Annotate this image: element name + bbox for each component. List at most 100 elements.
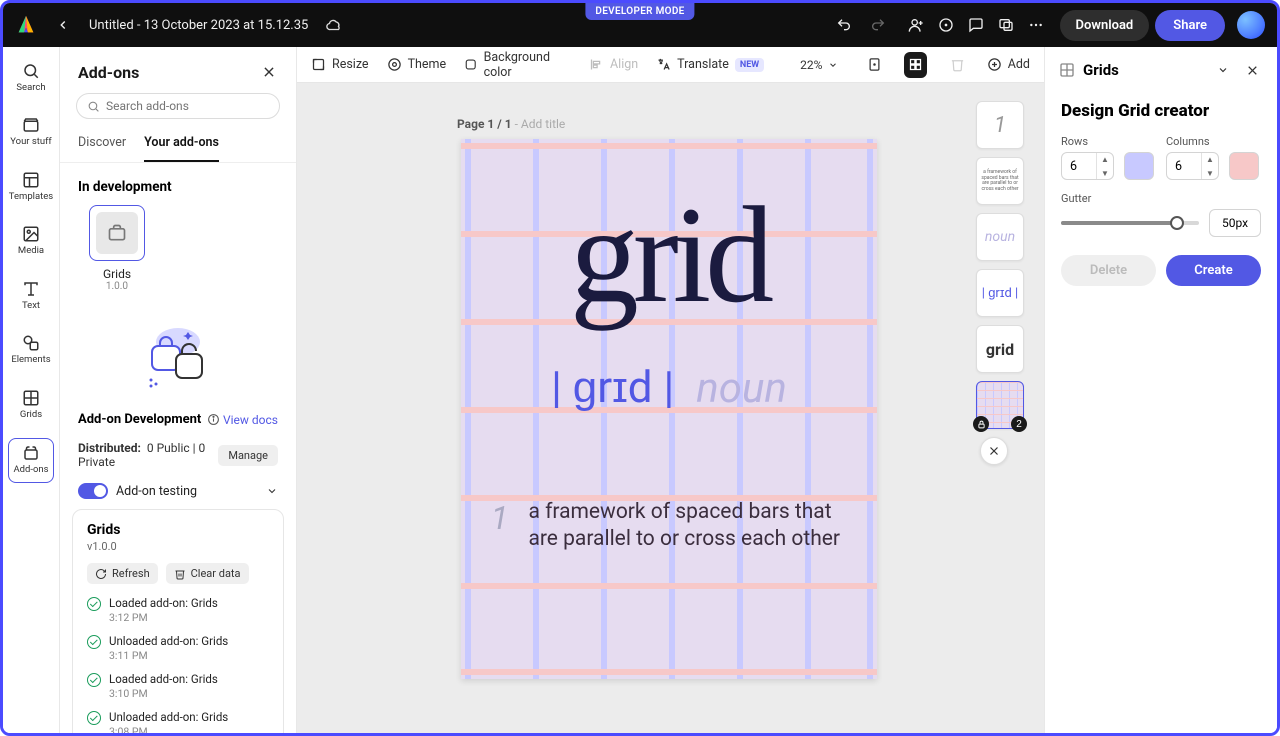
gutter-value[interactable]: 50px — [1209, 209, 1261, 237]
user-avatar[interactable] — [1237, 11, 1265, 39]
thumbnail-2[interactable]: a framework of spaced bars that are para… — [976, 157, 1024, 205]
create-grid-button[interactable]: Create — [1166, 255, 1261, 286]
rail-label: Grids — [20, 410, 42, 420]
manage-button[interactable]: Manage — [218, 445, 278, 466]
rows-color-swatch[interactable] — [1124, 152, 1154, 180]
dev-addon-name: Grids — [103, 267, 131, 281]
page-view-button[interactable] — [862, 52, 885, 78]
cols-color-swatch[interactable] — [1229, 152, 1259, 180]
chevron-down-icon[interactable] — [1217, 64, 1229, 76]
back-button[interactable] — [49, 11, 77, 39]
invite-icon[interactable] — [902, 11, 930, 39]
more-icon[interactable] — [1022, 11, 1050, 39]
align-icon — [589, 57, 604, 72]
rail-item-media[interactable]: Media — [8, 220, 54, 262]
distributed-text: Distributed: 0 Public | 0 Private — [78, 441, 218, 469]
rows-input[interactable]: ▲▼ — [1061, 152, 1114, 180]
search-addons-input[interactable] — [106, 99, 269, 113]
thumbnail-6[interactable]: 2 — [976, 381, 1024, 429]
comment-icon[interactable] — [962, 11, 990, 39]
new-badge: NEW — [735, 58, 764, 72]
close-thumbnails-button[interactable] — [980, 437, 1008, 465]
gutter-label: Gutter — [1061, 192, 1261, 205]
gutter-slider[interactable] — [1061, 221, 1199, 225]
translate-icon — [656, 57, 671, 72]
theme-button[interactable]: Theme — [387, 57, 447, 72]
cloud-sync-icon[interactable] — [320, 11, 348, 39]
developer-mode-badge: DEVELOPER MODE — [585, 3, 694, 20]
rail-label: Media — [18, 246, 44, 256]
lock-icon — [973, 416, 989, 432]
page-thumbnails: 1 a framework of spaced bars that are pa… — [976, 101, 1026, 429]
artboard[interactable]: grid | ɡrɪd | noun 1 a framework of spaced… — [461, 139, 877, 679]
cols-step-down[interactable]: ▼ — [1202, 166, 1218, 180]
thumbnail-1[interactable]: 1 — [976, 101, 1024, 149]
app-logo[interactable] — [15, 14, 37, 36]
grids-panel-icon — [1059, 62, 1075, 78]
cols-input[interactable]: ▲▼ — [1166, 152, 1219, 180]
document-title[interactable]: Untitled - 13 October 2023 at 15.12.35 — [89, 18, 308, 33]
rows-step-up[interactable]: ▲ — [1097, 152, 1113, 166]
delete-page-button — [945, 52, 968, 78]
addon-testing-toggle[interactable] — [78, 483, 108, 499]
dev-addon-item[interactable]: Grids 1.0.0 — [78, 205, 156, 292]
canvas-text-noun[interactable]: noun — [696, 364, 787, 413]
undo-button[interactable] — [830, 11, 858, 39]
page-label[interactable]: Page 1 / 1 - Add title — [457, 117, 565, 131]
bgcolor-button[interactable]: Background color — [464, 50, 571, 80]
add-page-button[interactable]: Add — [987, 57, 1030, 72]
check-icon — [87, 597, 101, 611]
clear-data-button[interactable]: Clear data — [166, 563, 249, 584]
share-button[interactable]: Share — [1155, 10, 1225, 41]
log-entry: Unloaded add-on: Grids3:11 PM — [87, 634, 269, 662]
left-nav-rail: Search Your stuff Templates Media Text E… — [3, 47, 60, 733]
rail-label: Templates — [9, 192, 53, 202]
align-button: Align — [589, 57, 638, 72]
rows-label: Rows — [1061, 135, 1114, 148]
addons-title: Add-ons — [78, 63, 139, 82]
close-grids-panel[interactable] — [1241, 59, 1263, 81]
rail-item-text[interactable]: Text — [8, 275, 54, 317]
download-button[interactable]: Download — [1060, 10, 1150, 41]
chevron-down-icon[interactable] — [266, 485, 278, 497]
redo-button[interactable] — [864, 11, 892, 39]
view-docs-link[interactable]: View docs — [223, 413, 278, 427]
refresh-button[interactable]: Refresh — [87, 563, 158, 584]
canvas-text-pron[interactable]: | ɡrɪd | — [551, 361, 674, 413]
grid-view-button[interactable] — [904, 52, 927, 78]
close-panel-button[interactable] — [258, 61, 280, 83]
square-icon — [464, 57, 477, 72]
rail-item-addons[interactable]: Add-ons — [8, 438, 54, 482]
thumbnail-3[interactable]: noun — [976, 213, 1024, 261]
resize-button[interactable]: Resize — [311, 57, 369, 72]
canvas-stage[interactable]: Page 1 / 1 - Add title grid | ɡrɪd | noun… — [297, 83, 1044, 733]
tab-your-addons[interactable]: Your add-ons — [144, 129, 219, 162]
canvas-area: Resize Theme Background color Align Tran… — [297, 47, 1044, 733]
rail-item-yourstuff[interactable]: Your stuff — [8, 111, 54, 153]
rail-label: Add-ons — [13, 465, 48, 475]
canvas-text-grid[interactable]: grid — [461, 193, 877, 317]
cols-step-up[interactable]: ▲ — [1202, 152, 1218, 166]
rail-item-search[interactable]: Search — [8, 57, 54, 99]
present-icon[interactable] — [992, 11, 1020, 39]
help-icon[interactable] — [932, 11, 960, 39]
slider-thumb[interactable] — [1170, 216, 1184, 230]
addon-testing-label: Add-on testing — [116, 484, 197, 499]
canvas-def-text[interactable]: a framework of spaced bars that are para… — [528, 499, 847, 554]
zoom-dropdown[interactable]: 22% — [800, 58, 838, 72]
search-addons-box[interactable] — [76, 93, 280, 119]
thumbnail-5[interactable]: grid — [976, 325, 1024, 373]
check-icon — [87, 711, 101, 725]
canvas-def-num[interactable]: 1 — [491, 499, 508, 554]
translate-button[interactable]: TranslateNEW — [656, 57, 764, 72]
tab-discover[interactable]: Discover — [78, 129, 126, 162]
info-icon[interactable] — [207, 413, 220, 426]
grids-heading: Design Grid creator — [1061, 101, 1261, 121]
refresh-icon — [95, 568, 107, 580]
rail-item-elements[interactable]: Elements — [8, 329, 54, 371]
rail-item-templates[interactable]: Templates — [8, 166, 54, 208]
rail-item-grids[interactable]: Grids — [8, 384, 54, 426]
rows-step-down[interactable]: ▼ — [1097, 166, 1113, 180]
thumbnail-4[interactable]: | ɡrɪd | — [976, 269, 1024, 317]
addons-panel: Add-ons Discover Your add-ons In develop… — [60, 47, 297, 733]
